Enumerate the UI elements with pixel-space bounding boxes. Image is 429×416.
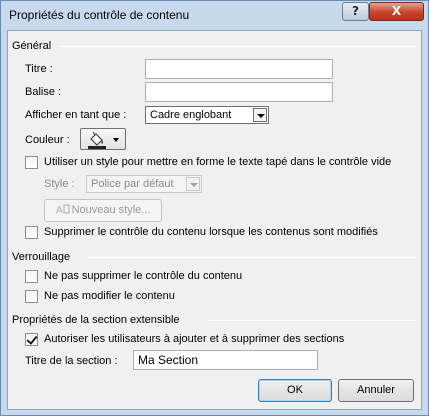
chevron-down-icon [186,177,200,191]
use-style-label: Utiliser un style pour mettre en forme l… [44,156,392,168]
general-separator [60,46,416,47]
show-as-label: Afficher en tant que : [25,109,127,121]
section-title-label: Titre de la section : [25,355,118,367]
style-dropdown[interactable]: Police par défaut [86,175,202,193]
section-title-input[interactable]: Ma Section [133,350,318,370]
cannot-edit-label: Ne pas modifier le contenu [44,290,175,302]
svg-text:A: A [56,205,63,215]
style-value: Police par défaut [91,178,174,190]
allow-add-remove-checkbox[interactable] [25,333,38,346]
remove-control-checkbox[interactable] [25,226,38,239]
style-label: Style : [44,178,75,190]
title-bar: Propriétés du contrôle de contenu ? X [1,1,428,30]
allow-add-remove-label: Autoriser les utilisateurs à ajouter et … [44,333,345,345]
title-input[interactable] [145,59,333,79]
close-button[interactable]: X [369,2,424,21]
content-control-properties-dialog: Propriétés du contrôle de contenu ? X Gé… [0,0,429,416]
show-as-dropdown[interactable]: Cadre englobant [145,106,269,124]
use-style-checkbox[interactable] [25,156,38,169]
cannot-delete-label: Ne pas supprimer le contrôle du contenu [44,270,243,282]
locking-section-title: Verrouillage [12,251,71,263]
cannot-delete-checkbox[interactable] [25,270,38,283]
repeating-section-title: Propriétés de la section extensible [12,314,180,326]
cancel-button[interactable]: Annuler [338,379,414,402]
color-picker-button[interactable] [80,128,126,150]
show-as-value: Cadre englobant [150,109,232,121]
tag-label: Balise : [25,86,62,98]
general-section-title: Général [12,40,52,52]
tag-input[interactable] [145,82,333,102]
chevron-down-icon [253,108,267,122]
paint-bucket-icon [88,131,119,149]
new-style-label: Nouveau style... [71,204,151,216]
new-style-icon: A [56,204,70,216]
help-button[interactable]: ? [342,2,369,21]
locking-separator [88,257,416,258]
color-label: Couleur : [25,134,70,146]
new-style-button[interactable]: A Nouveau style... [44,199,162,222]
window-title: Propriétés du contrôle de contenu [9,8,190,22]
title-label: Titre : [25,63,53,75]
ok-button[interactable]: OK [258,379,332,402]
cannot-edit-checkbox[interactable] [25,290,38,303]
remove-control-label: Supprimer le contrôle du contenu lorsque… [44,226,378,238]
dialog-body: Général Titre : Balise : Afficher en tan… [7,30,422,410]
repeating-separator [208,320,416,321]
